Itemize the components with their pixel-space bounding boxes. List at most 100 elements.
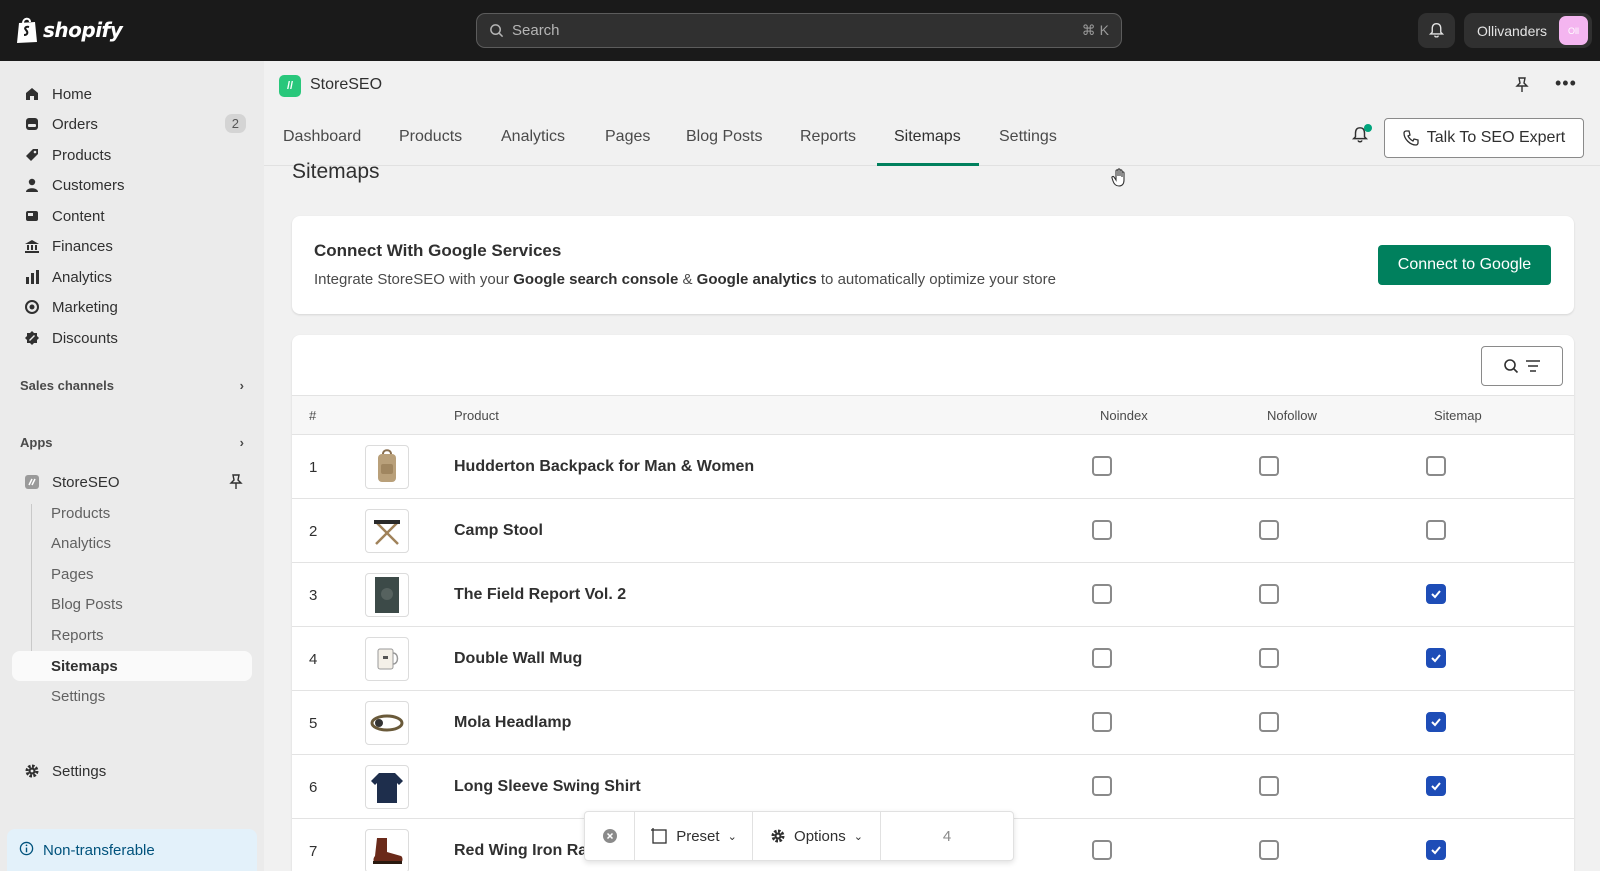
sidebar-item-analytics[interactable]: Analytics	[12, 262, 252, 292]
product-name[interactable]: Camp Stool	[454, 522, 543, 540]
tab-pages[interactable]: Pages	[605, 108, 650, 166]
sitemap-checkbox[interactable]	[1426, 776, 1446, 796]
sidebar-item-finances[interactable]: Finances	[12, 231, 252, 261]
preset-dropdown[interactable]: Preset ⌄	[635, 812, 753, 860]
noindex-checkbox[interactable]	[1092, 712, 1112, 732]
notification-dot	[1364, 124, 1372, 132]
nofollow-checkbox[interactable]	[1259, 648, 1279, 668]
product-thumbnail[interactable]	[365, 765, 409, 809]
noindex-checkbox[interactable]	[1092, 584, 1112, 604]
sidebar-item-customers[interactable]: Customers	[12, 170, 252, 200]
sidebar-subitem-settings[interactable]: Settings	[12, 681, 252, 711]
top-bar: shopify Search ⌘ K Ollivanders Oll	[0, 0, 1600, 61]
nofollow-checkbox[interactable]	[1259, 840, 1279, 860]
sidebar-item-content[interactable]: Content	[12, 201, 252, 231]
sidebar-subitem-products[interactable]: Products	[12, 498, 252, 528]
product-thumbnail[interactable]	[365, 637, 409, 681]
sidebar-item-products[interactable]: Products	[12, 140, 252, 170]
store-menu-button[interactable]: Ollivanders Oll	[1464, 13, 1592, 48]
avatar: Oll	[1559, 16, 1588, 45]
product-thumbnail[interactable]	[365, 509, 409, 553]
sitemap-checkbox[interactable]	[1426, 456, 1446, 476]
sitemap-checkbox[interactable]	[1426, 520, 1446, 540]
sitemap-checkbox[interactable]	[1426, 648, 1446, 668]
nofollow-checkbox[interactable]	[1259, 520, 1279, 540]
sidebar-item-settings[interactable]: Settings	[12, 756, 252, 786]
tab-analytics[interactable]: Analytics	[501, 108, 565, 166]
sidebar-item-marketing[interactable]: Marketing	[12, 292, 252, 322]
tab-dashboard[interactable]: Dashboard	[283, 108, 361, 166]
noindex-checkbox[interactable]	[1092, 840, 1112, 860]
sidebar-item-orders[interactable]: Orders 2	[12, 109, 252, 139]
options-dropdown[interactable]: Options ⌄	[753, 812, 881, 860]
noindex-checkbox[interactable]	[1092, 520, 1112, 540]
sidebar-item-discounts[interactable]: Discounts	[12, 323, 252, 353]
pin-icon[interactable]	[229, 474, 243, 494]
non-transferable-banner[interactable]: Non-transferable	[7, 829, 257, 871]
tab-blog-posts[interactable]: Blog Posts	[686, 108, 762, 166]
toolbar-close-button[interactable]	[585, 812, 635, 860]
nofollow-checkbox[interactable]	[1259, 712, 1279, 732]
product-name[interactable]: The Field Report Vol. 2	[454, 586, 626, 604]
product-name[interactable]: Double Wall Mug	[454, 650, 582, 668]
product-name[interactable]: Mola Headlamp	[454, 714, 571, 732]
noindex-checkbox[interactable]	[1092, 648, 1112, 668]
noindex-checkbox[interactable]	[1092, 776, 1112, 796]
product-name[interactable]: Hudderton Backpack for Man & Women	[454, 458, 754, 476]
more-options-icon[interactable]: •••	[1555, 73, 1577, 94]
sidebar-item-storeseo[interactable]: StoreSEO	[12, 467, 252, 497]
google-analytics-text: Google analytics	[696, 271, 817, 288]
tab-sitemaps[interactable]: Sitemaps	[894, 108, 961, 166]
sidebar-subitem-reports[interactable]: Reports	[12, 620, 252, 650]
shopify-logo[interactable]: shopify	[15, 16, 123, 44]
bell-icon	[1428, 23, 1445, 38]
talk-button-label: Talk To SEO Expert	[1426, 129, 1566, 146]
table-header: # Product Noindex Nofollow Sitemap	[292, 395, 1574, 435]
sitemap-checkbox[interactable]	[1426, 712, 1446, 732]
nofollow-checkbox[interactable]	[1259, 776, 1279, 796]
notifications-button[interactable]	[1418, 13, 1455, 48]
sidebar-subitem-pages[interactable]: Pages	[12, 559, 252, 589]
table-row: 5 Mola Headlamp	[292, 692, 1574, 755]
nofollow-checkbox[interactable]	[1259, 584, 1279, 604]
product-name[interactable]: Red Wing Iron Ra	[454, 842, 587, 860]
column-header-product[interactable]: Product	[454, 408, 499, 423]
google-desc-tail: to automatically optimize your store	[816, 271, 1056, 288]
sitemap-checkbox[interactable]	[1426, 840, 1446, 860]
search-shortcut: ⌘ K	[1081, 22, 1109, 38]
product-name[interactable]: Long Sleeve Swing Shirt	[454, 778, 641, 796]
toolbar-value-field[interactable]: 4	[881, 812, 1013, 860]
nofollow-checkbox[interactable]	[1259, 456, 1279, 476]
sales-channels-section[interactable]: Sales channels ›	[20, 378, 244, 393]
sidebar-subitem-blog-posts[interactable]: Blog Posts	[12, 589, 252, 619]
column-header-sitemap[interactable]: Sitemap	[1434, 408, 1482, 423]
search-bar[interactable]: Search ⌘ K	[476, 13, 1122, 48]
sidebar-item-label: Content	[52, 207, 105, 225]
sitemap-checkbox[interactable]	[1426, 584, 1446, 604]
tab-reports[interactable]: Reports	[800, 108, 856, 166]
tab-settings[interactable]: Settings	[999, 108, 1057, 166]
sidebar-item-label: Settings	[52, 762, 107, 780]
apps-section[interactable]: Apps ›	[20, 435, 244, 450]
talk-to-seo-expert-button[interactable]: Talk To SEO Expert	[1384, 118, 1584, 158]
product-thumbnail[interactable]	[365, 701, 409, 745]
column-header-noindex[interactable]: Noindex	[1100, 408, 1148, 423]
row-number: 7	[309, 843, 318, 860]
chevron-down-icon: ⌄	[727, 830, 737, 843]
hand-cursor-icon	[1111, 168, 1129, 191]
search-filter-button[interactable]	[1481, 346, 1563, 386]
product-thumbnail[interactable]	[365, 445, 409, 489]
storeseo-app-icon	[23, 474, 40, 491]
column-header-nofollow[interactable]: Nofollow	[1267, 408, 1317, 423]
connect-to-google-button[interactable]: Connect to Google	[1378, 245, 1551, 285]
sitemap-table-card: # Product Noindex Nofollow Sitemap 1 Hudd…	[292, 335, 1574, 871]
app-notification-bell-icon[interactable]	[1351, 124, 1372, 147]
sidebar-subitem-sitemaps[interactable]: Sitemaps	[12, 651, 252, 681]
tab-products[interactable]: Products	[399, 108, 462, 166]
sidebar-item-home[interactable]: Home	[12, 79, 252, 109]
pin-icon[interactable]	[1515, 77, 1529, 96]
sidebar-subitem-analytics[interactable]: Analytics	[12, 528, 252, 558]
product-thumbnail[interactable]	[365, 573, 409, 617]
noindex-checkbox[interactable]	[1092, 456, 1112, 476]
product-thumbnail[interactable]	[365, 829, 409, 871]
